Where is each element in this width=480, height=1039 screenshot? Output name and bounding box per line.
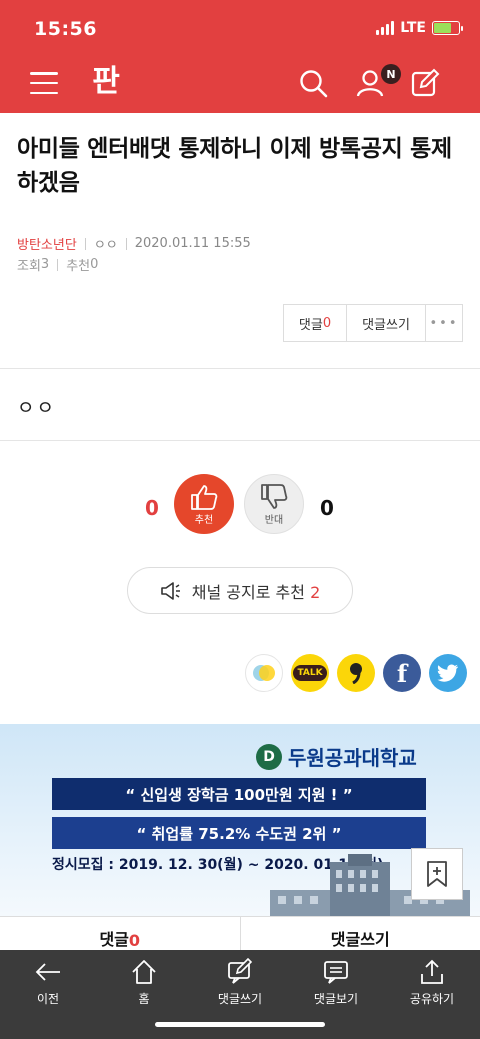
nav-home[interactable]: 홈 [96, 958, 192, 1007]
ad-line-1: “ 신입생 장학금 100만원 지원 ! ” [52, 778, 426, 810]
downvote-button[interactable]: 반대 [244, 474, 304, 534]
upvote-count: 0 [145, 496, 159, 520]
article-meta: 방탄소년단 ㅇㅇ 2020.01.11 15:55 [17, 234, 251, 253]
home-icon [132, 960, 156, 984]
nav-share-label: 공유하기 [409, 992, 455, 1006]
comment-label: 댓글 [298, 317, 323, 333]
article-title: 아미들 엔터배댓 통제하니 이제 방톡공지 통제하겠음 [17, 136, 452, 196]
bookmark-add-button[interactable] [411, 848, 463, 900]
views-label: 조회 [17, 259, 41, 274]
app-header: 15:56 LTE 판 N [0, 0, 480, 113]
comments-list-icon [324, 961, 348, 984]
signal-icon [376, 21, 395, 35]
kakao-comma-share-icon[interactable] [337, 654, 375, 692]
twitter-share-icon[interactable] [429, 654, 467, 692]
write-icon[interactable] [410, 68, 440, 98]
notice-label: 채널 공지로 추천 [191, 582, 305, 602]
ad-line-2: “ 취업률 75.2% 수도권 2위 ” [52, 817, 426, 849]
facebook-share-icon[interactable]: f [383, 654, 421, 692]
comment-write-icon [228, 958, 253, 984]
notice-count: 2 [310, 582, 321, 602]
article-stats: 조회 3 추천 0 [17, 255, 98, 274]
recommend-label: 추천 [66, 259, 91, 274]
status-time: 15:56 [34, 18, 97, 40]
channel-link[interactable]: 방탄소년단 [17, 234, 77, 253]
downvote-count: 0 [320, 496, 334, 520]
search-icon[interactable] [298, 68, 328, 98]
share-icon [421, 959, 443, 984]
more-button[interactable]: ••• [426, 305, 462, 341]
pann-logo-text: 판 [92, 64, 120, 99]
bookmark-plus-icon [427, 861, 447, 887]
upvote-button[interactable]: 추천 [174, 474, 234, 534]
comment-button[interactable]: 댓글 0 [284, 305, 347, 341]
recommend-count: 0 [90, 257, 99, 272]
tab-write-comment[interactable]: 댓글쓰기 [241, 917, 480, 950]
tab-comments-count: 0 [128, 931, 141, 950]
divider [0, 440, 480, 441]
nav-share[interactable]: 공유하기 [384, 958, 480, 1007]
kakaostory-share-icon[interactable] [245, 654, 283, 692]
comment-tabs: 댓글 0 댓글쓰기 [0, 916, 480, 950]
home-indicator [155, 1022, 325, 1027]
nav-back-label: 이전 [36, 992, 60, 1006]
status-indicators: LTE [376, 20, 463, 36]
ad-banner[interactable]: D 두원공과대학교 “ 신입생 장학금 100만원 지원 ! ” “ 취업률 7… [0, 724, 480, 916]
thumbs-down-icon [261, 483, 288, 509]
downvote-label: 반대 [264, 514, 284, 526]
comment-count: 0 [322, 315, 332, 331]
divider [0, 368, 480, 369]
author-name[interactable]: ㅇㅇ [94, 234, 118, 253]
back-arrow-icon [35, 963, 60, 981]
pann-logo[interactable]: 판 [86, 60, 126, 100]
battery-icon [432, 21, 463, 35]
ad-school-logo: D 두원공과대학교 [256, 742, 417, 771]
article-body: ㅇㅇ [17, 397, 56, 419]
nav-view-comments-label: 댓글보기 [313, 992, 359, 1006]
kakaotalk-share-icon[interactable]: TALK [291, 654, 329, 692]
menu-icon[interactable] [30, 72, 58, 94]
notification-badge: N [381, 64, 401, 84]
ad-school-name: 두원공과대학교 [288, 746, 417, 770]
article-actions: 댓글 0 댓글쓰기 ••• [283, 304, 463, 342]
megaphone-icon [160, 581, 180, 600]
nav-view-comments[interactable]: 댓글보기 [288, 958, 384, 1007]
nav-write-comment[interactable]: 댓글쓰기 [192, 958, 288, 1007]
nav-back[interactable]: 이전 [0, 958, 96, 1007]
tab-comments[interactable]: 댓글 0 [0, 917, 241, 950]
nav-home-label: 홈 [138, 992, 150, 1006]
thumbs-up-icon [191, 484, 218, 510]
network-type: LTE [400, 20, 426, 36]
school-emblem-icon: D [256, 743, 282, 770]
nav-write-comment-label: 댓글쓰기 [217, 992, 263, 1006]
kakaotalk-label: TALK [293, 665, 327, 681]
post-datetime: 2020.01.11 15:55 [134, 236, 251, 251]
channel-notice-recommend-button[interactable]: 채널 공지로 추천 2 [127, 567, 353, 614]
upvote-label: 추천 [194, 514, 214, 526]
facebook-label: f [396, 658, 408, 688]
tab-comments-label: 댓글 [99, 930, 129, 949]
write-comment-button[interactable]: 댓글쓰기 [347, 305, 426, 341]
views-count: 3 [40, 257, 50, 272]
